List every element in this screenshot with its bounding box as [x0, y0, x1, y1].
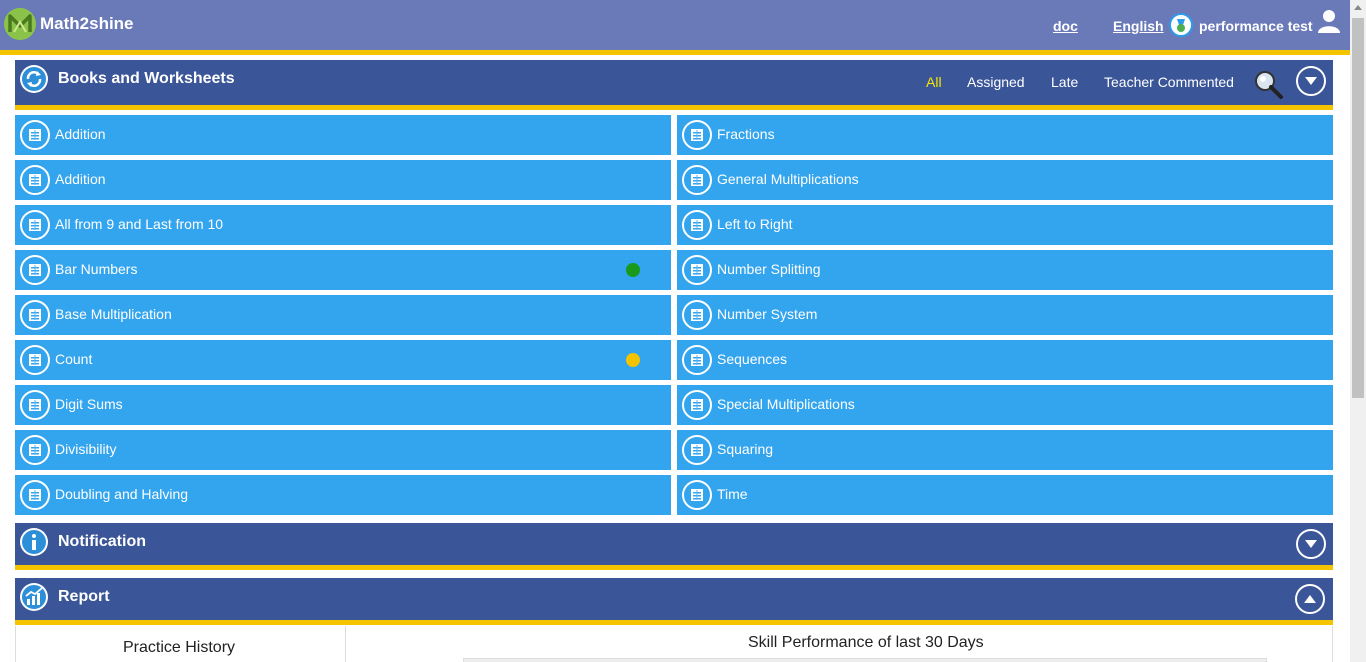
- book-label: Base Multiplication: [55, 306, 172, 322]
- user-icon[interactable]: [1317, 9, 1341, 35]
- notification-section-header: Notification: [15, 523, 1333, 565]
- book-label: Special Multiplications: [717, 396, 855, 412]
- book-label: Number Splitting: [717, 261, 821, 277]
- book-label: Digit Sums: [55, 396, 123, 412]
- book-icon: [20, 255, 50, 285]
- report-collapse-button[interactable]: [1295, 584, 1325, 614]
- books-refresh-icon: [20, 65, 48, 93]
- book-label: Addition: [55, 126, 106, 142]
- doc-link[interactable]: doc: [1053, 18, 1078, 34]
- book-label: Squaring: [717, 441, 774, 457]
- books-collapse-button[interactable]: [1296, 66, 1326, 96]
- book-item[interactable]: Squaring: [677, 430, 1333, 470]
- filter-late[interactable]: Late: [1051, 74, 1078, 90]
- books-section-title: Books and Worksheets: [58, 70, 235, 87]
- book-label: Count: [55, 351, 93, 367]
- book-icon: [20, 390, 50, 420]
- book-item[interactable]: Fractions: [677, 115, 1333, 155]
- report-section-header: Report: [15, 578, 1333, 620]
- book-icon: [20, 165, 50, 195]
- book-label: Doubling and Halving: [55, 486, 189, 502]
- book-icon: [682, 345, 712, 375]
- book-item[interactable]: Addition: [15, 160, 671, 200]
- book-icon: [682, 435, 712, 465]
- chevron-down-icon: [1305, 77, 1317, 85]
- page-scrollbar[interactable]: [1350, 0, 1366, 662]
- book-label: Number System: [717, 306, 818, 322]
- books-accent-stripe: [15, 105, 1333, 110]
- book-item[interactable]: Number System: [677, 295, 1333, 335]
- book-item[interactable]: Sequences: [677, 340, 1333, 380]
- book-item[interactable]: Left to Right: [677, 205, 1333, 245]
- book-item[interactable]: Number Splitting: [677, 250, 1333, 290]
- book-item[interactable]: Special Multiplications: [677, 385, 1333, 425]
- chevron-down-icon: [1305, 540, 1317, 548]
- book-item[interactable]: Count: [15, 340, 671, 380]
- chevron-up-icon: [1304, 595, 1316, 603]
- book-icon: [682, 480, 712, 510]
- book-label: Divisibility: [55, 441, 117, 457]
- book-label: Addition: [55, 171, 106, 187]
- book-label: Time: [717, 486, 748, 502]
- book-label: General Multiplications: [717, 171, 859, 187]
- book-item[interactable]: General Multiplications: [677, 160, 1333, 200]
- scroll-up-arrow-icon[interactable]: [1350, 0, 1366, 16]
- book-icon: [20, 435, 50, 465]
- status-yellow-dot: [626, 353, 640, 367]
- books-section-header: Books and Worksheets All Assigned Late T…: [15, 60, 1333, 105]
- status-green-dot: [626, 263, 640, 277]
- notification-accent-stripe: [15, 565, 1333, 570]
- language-link[interactable]: English: [1113, 18, 1164, 34]
- chart-icon: [20, 583, 48, 611]
- book-label: Fractions: [717, 126, 775, 142]
- badge-icon[interactable]: [1169, 13, 1193, 37]
- user-name[interactable]: performance test: [1199, 18, 1313, 34]
- scroll-thumb[interactable]: [1352, 18, 1364, 398]
- practice-history-title: Practice History: [123, 639, 236, 656]
- book-icon: [20, 480, 50, 510]
- practice-history-panel: Practice History: [15, 626, 346, 662]
- book-label: All from 9 and Last from 10: [55, 216, 224, 232]
- book-item[interactable]: Divisibility: [15, 430, 671, 470]
- book-item[interactable]: Addition: [15, 115, 671, 155]
- book-icon: [20, 210, 50, 240]
- book-icon: [682, 390, 712, 420]
- notification-section-title: Notification: [58, 533, 146, 550]
- book-label: Left to Right: [717, 216, 793, 232]
- book-icon: [20, 120, 50, 150]
- brand-name: Math2shine: [40, 14, 134, 33]
- book-icon: [682, 165, 712, 195]
- search-icon[interactable]: [1253, 69, 1283, 99]
- topbar-accent-stripe: [0, 50, 1350, 55]
- book-label: Bar Numbers: [55, 261, 138, 277]
- book-item[interactable]: All from 9 and Last from 10: [15, 205, 671, 245]
- filter-all[interactable]: All: [926, 74, 942, 90]
- info-icon: [20, 528, 48, 556]
- book-icon: [682, 210, 712, 240]
- report-section-title: Report: [58, 588, 110, 605]
- notification-expand-button[interactable]: [1296, 529, 1326, 559]
- book-icon: [682, 300, 712, 330]
- book-item[interactable]: Time: [677, 475, 1333, 515]
- skill-performance-title: Skill Performance of last 30 Days: [748, 634, 984, 651]
- filter-teacher-commented[interactable]: Teacher Commented: [1104, 74, 1234, 90]
- book-item[interactable]: Base Multiplication: [15, 295, 671, 335]
- book-icon: [682, 255, 712, 285]
- top-bar: Math2shine doc English performance test: [0, 0, 1350, 50]
- book-icon: [20, 345, 50, 375]
- book-icon: [682, 120, 712, 150]
- book-label: Sequences: [717, 351, 788, 367]
- skill-performance-panel: Skill Performance of last 30 Days: [345, 626, 1333, 662]
- book-item[interactable]: Bar Numbers: [15, 250, 671, 290]
- book-item[interactable]: Digit Sums: [15, 385, 671, 425]
- book-icon: [20, 300, 50, 330]
- report-accent-stripe: [15, 620, 1333, 625]
- math2shine-logo-icon[interactable]: [4, 8, 36, 40]
- book-item[interactable]: Doubling and Halving: [15, 475, 671, 515]
- filter-assigned[interactable]: Assigned: [967, 74, 1025, 90]
- skill-performance-chart: [463, 658, 1267, 662]
